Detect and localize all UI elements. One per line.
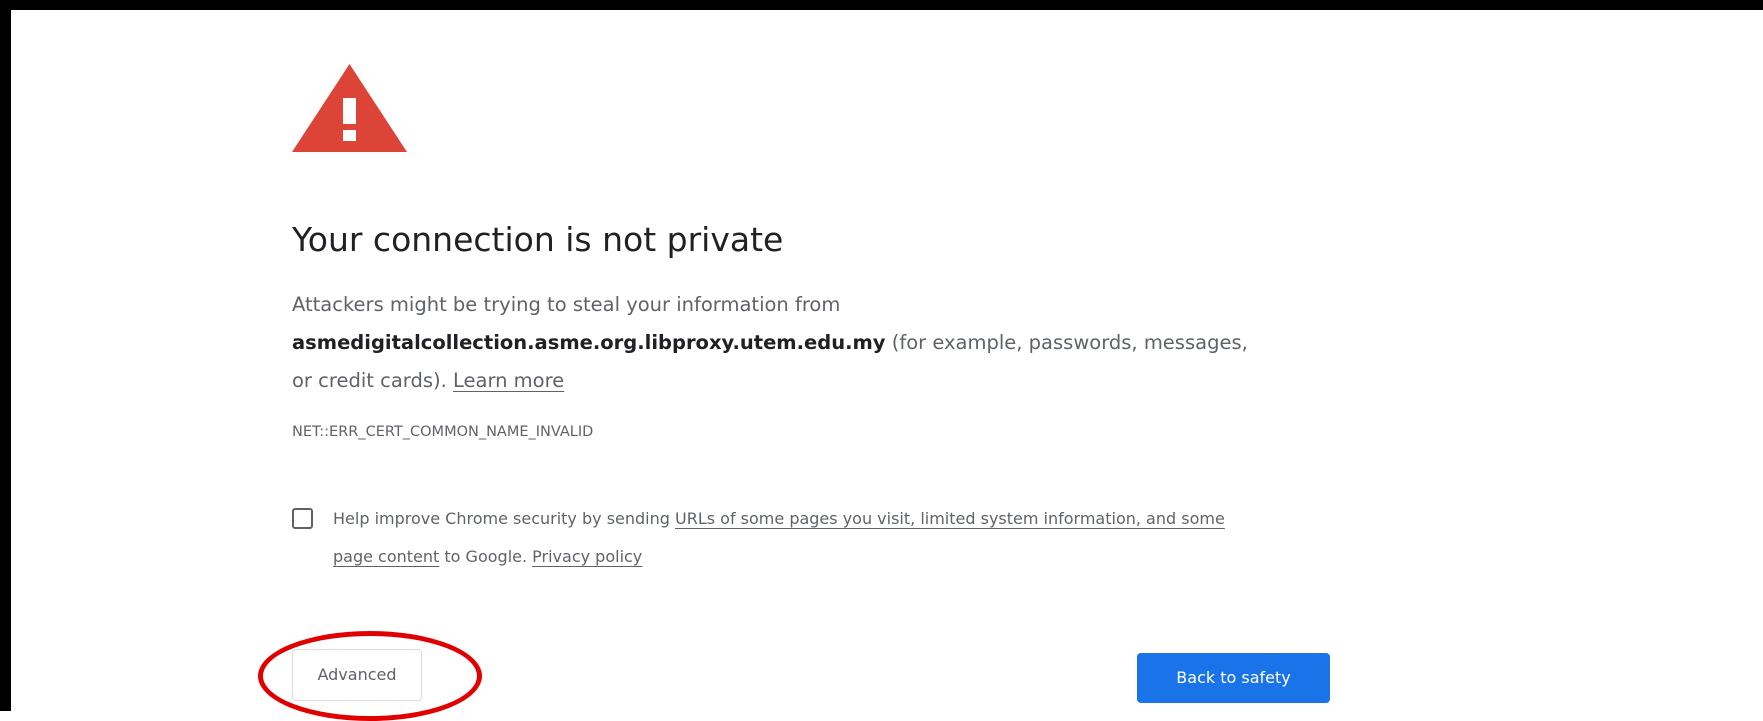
safe-browsing-optin-checkbox[interactable]	[292, 508, 313, 529]
main-message: Attackers might be trying to steal your …	[292, 286, 1272, 400]
optin-text-middle: to Google.	[444, 547, 528, 566]
safe-browsing-optin-text: Help improve Chrome security by sending …	[333, 500, 1233, 576]
optin-text-prefix: Help improve Chrome security by sending	[333, 509, 670, 528]
back-to-safety-button[interactable]: Back to safety	[1137, 653, 1330, 703]
privacy-policy-link[interactable]: Privacy policy	[532, 547, 642, 566]
message-prefix: Attackers might be trying to steal your …	[292, 293, 841, 316]
learn-more-link[interactable]: Learn more	[453, 369, 564, 392]
warning-triangle-icon	[292, 64, 407, 152]
site-domain: asmedigitalcollection.asme.org.libproxy.…	[292, 331, 886, 354]
advanced-button[interactable]: Advanced	[292, 649, 422, 701]
error-page: Your connection is not private Attackers…	[0, 0, 1763, 721]
error-code: NET::ERR_CERT_COMMON_NAME_INVALID	[292, 424, 594, 440]
page-title: Your connection is not private	[292, 220, 784, 259]
